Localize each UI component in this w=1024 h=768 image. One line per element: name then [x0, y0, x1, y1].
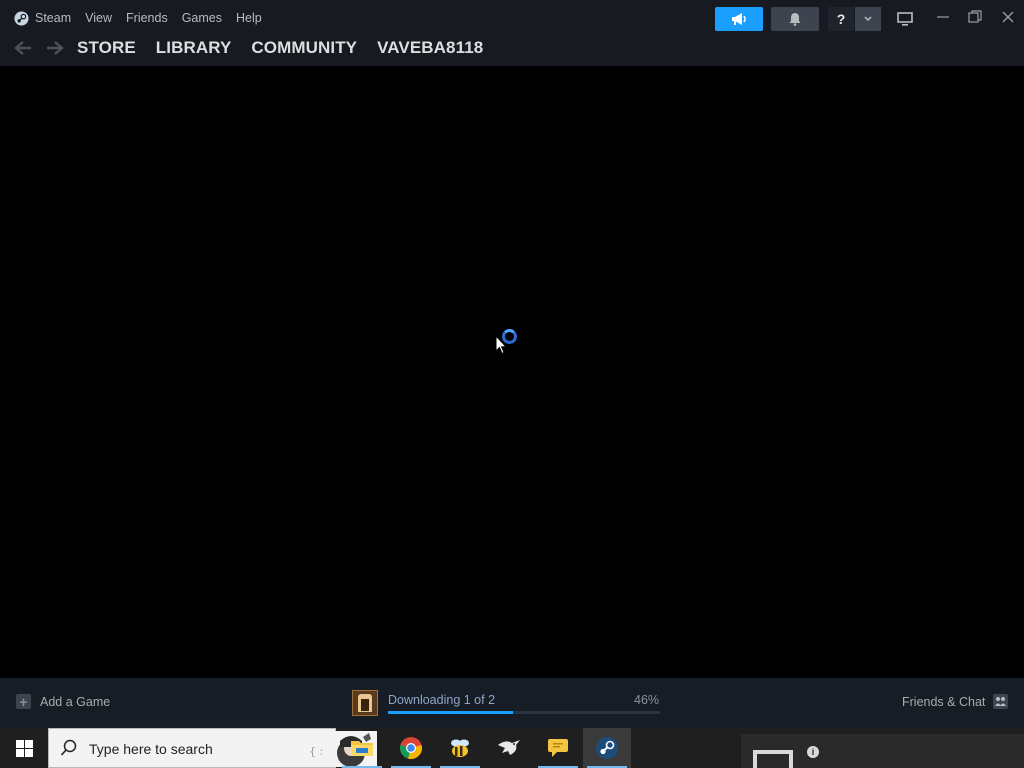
windows-logo-icon: [15, 739, 33, 757]
nav-links: STORE LIBRARY COMMUNITY VAVEBA8118: [77, 36, 503, 60]
menu-item-games[interactable]: Games: [182, 11, 222, 25]
menu-item-help[interactable]: Help: [236, 11, 262, 25]
forward-arrow-icon[interactable]: [45, 40, 65, 56]
chat-bubble-icon: [548, 739, 568, 757]
minimize-icon[interactable]: [935, 9, 951, 25]
menu-item-steam[interactable]: Steam: [35, 11, 71, 25]
overlay-frame-icon: [753, 750, 793, 768]
info-icon[interactable]: i: [807, 746, 819, 758]
nav-store[interactable]: STORE: [77, 38, 136, 58]
big-picture-monitor-icon[interactable]: [896, 11, 914, 27]
friends-chat-label: Friends & Chat: [902, 694, 986, 709]
start-button[interactable]: [0, 728, 48, 768]
notification-overlay: i: [741, 734, 1024, 768]
taskbar-bee-app[interactable]: [436, 728, 484, 768]
search-placeholder: Type here to search: [89, 741, 213, 757]
back-arrow-icon[interactable]: [13, 40, 33, 56]
chrome-icon: [400, 737, 422, 759]
search-icon: [60, 739, 77, 756]
plus-icon: +: [16, 694, 31, 709]
download-status-text[interactable]: Downloading 1 of 2: [388, 693, 495, 707]
taskbar-chat-app[interactable]: [534, 728, 582, 768]
friends-chat-button[interactable]: Friends & Chat: [902, 694, 1009, 709]
bee-app-icon: [451, 739, 469, 757]
close-icon[interactable]: [1000, 9, 1016, 25]
download-progress-bar: [388, 711, 660, 714]
download-progress-fill: [388, 711, 514, 714]
status-bar: + Add a Game: [0, 678, 1024, 728]
main-content: [0, 66, 1024, 678]
help-dropdown-button[interactable]: [855, 7, 881, 31]
steam-icon: [596, 737, 618, 759]
notifications-button[interactable]: [771, 7, 819, 31]
taskbar-steam[interactable]: [583, 728, 631, 768]
nav-profile[interactable]: VAVEBA8118: [377, 38, 483, 58]
steam-logo-icon[interactable]: [14, 11, 29, 26]
restore-icon[interactable]: [967, 9, 983, 25]
bell-icon: [789, 13, 801, 26]
menu-bar: Steam View Friends Games Help: [35, 0, 276, 36]
taskbar-chrome[interactable]: [387, 728, 435, 768]
add-game-label: Add a Game: [40, 694, 111, 709]
megaphone-icon: [732, 13, 746, 25]
add-game-button[interactable]: + Add a Game: [16, 694, 110, 709]
taskbar-eagle-app[interactable]: [485, 728, 533, 768]
friends-icon: [993, 694, 1009, 709]
mouse-cursor-icon: [495, 335, 507, 355]
eagle-app-icon: [498, 740, 520, 755]
taskbar-file-explorer[interactable]: [338, 728, 386, 768]
nav-community[interactable]: COMMUNITY: [251, 38, 357, 58]
chevron-down-icon: [864, 16, 872, 22]
title-bar: Steam View Friends Games Help ?: [0, 0, 1024, 36]
download-percent: 46%: [634, 693, 660, 707]
announcements-button[interactable]: [715, 7, 763, 31]
taskbar-search-box[interactable]: Type here to search { :: [48, 728, 377, 768]
help-button[interactable]: ?: [828, 7, 854, 31]
menu-item-view[interactable]: View: [85, 11, 112, 25]
nav-library[interactable]: LIBRARY: [156, 38, 232, 58]
menu-item-friends[interactable]: Friends: [126, 11, 168, 25]
file-explorer-icon: [351, 741, 373, 756]
windows-taskbar: Type here to search { : i: [0, 728, 1024, 768]
svg-text:{ :: { :: [309, 745, 323, 758]
download-game-thumbnail[interactable]: [352, 690, 378, 716]
